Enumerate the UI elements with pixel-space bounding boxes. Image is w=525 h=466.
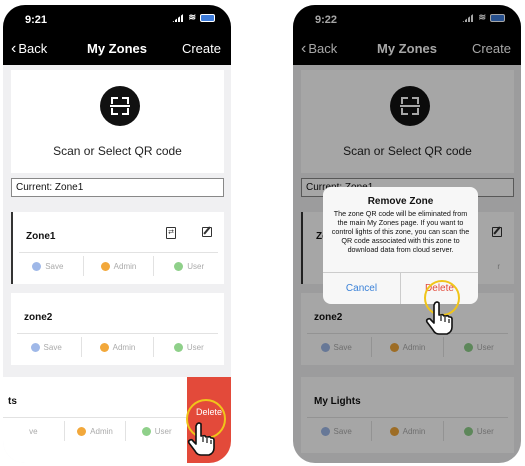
dialog-message: The zone QR code will be eliminated from… — [331, 209, 470, 254]
battery-icon — [200, 13, 215, 22]
save-button[interactable]: Save — [11, 337, 81, 357]
phone-screen-1: 9:21 ≋ ‹ Back My Zones Create Scan or Se… — [3, 5, 231, 463]
user-label: User — [154, 426, 172, 436]
zone-name: Zone1 — [26, 231, 56, 242]
current-zone-field: Current: Zone1 — [11, 178, 224, 197]
pointing-hand-icon — [425, 301, 453, 335]
save-icon — [32, 261, 42, 271]
create-button[interactable]: Create — [182, 41, 221, 56]
divider — [17, 333, 218, 334]
save-icon — [30, 342, 40, 352]
qr-scan-icon[interactable] — [100, 86, 140, 126]
admin-icon — [100, 261, 110, 271]
scan-qr-card[interactable]: Scan or Select QR code — [11, 70, 224, 173]
zone-card[interactable]: zone2 Save Admin User — [11, 293, 224, 365]
scan-qr-label: Scan or Select QR code — [53, 144, 182, 158]
user-icon — [141, 426, 151, 436]
admin-label: Admin — [113, 261, 137, 271]
divider — [19, 252, 218, 253]
status-time: 9:21 — [25, 14, 48, 26]
status-icons: ≋ — [172, 13, 215, 22]
admin-button[interactable]: Admin — [82, 256, 154, 276]
save-label: Save — [43, 342, 62, 352]
admin-button[interactable]: Admin — [63, 421, 126, 441]
zone-card[interactable]: Zone1 ⇄ Save Admin User — [11, 212, 224, 284]
edit-icon[interactable] — [202, 227, 212, 237]
admin-icon — [99, 342, 109, 352]
save-label: Save — [45, 261, 64, 271]
save-label: ve — [29, 426, 38, 436]
wifi-icon: ≋ — [188, 12, 196, 22]
zone-name: zone2 — [24, 312, 53, 323]
admin-label: Admin — [112, 342, 136, 352]
user-label: User — [186, 342, 204, 352]
save-button[interactable]: ve — [3, 421, 64, 441]
qr-share-icon[interactable]: ⇄ — [166, 227, 176, 239]
admin-label: Admin — [90, 426, 113, 436]
cancel-button[interactable]: Cancel — [323, 283, 400, 294]
user-label: User — [187, 261, 205, 271]
admin-button[interactable]: Admin — [81, 337, 152, 357]
user-icon — [173, 342, 183, 352]
phone-screen-2: 9:22 ≋ ‹ Back My Zones Create Scan or Se… — [293, 5, 521, 463]
save-button[interactable]: Save — [13, 256, 83, 276]
user-button[interactable]: User — [152, 337, 224, 357]
user-icon — [174, 261, 184, 271]
divider — [3, 417, 187, 418]
user-button[interactable]: User — [125, 421, 187, 441]
zone-name: ts — [8, 396, 17, 407]
signal-icon — [172, 13, 185, 22]
pointing-hand-icon — [187, 422, 215, 456]
status-bar: 9:21 ≋ — [3, 5, 231, 32]
dialog-title: Remove Zone — [367, 196, 434, 207]
nav-bar: ‹ Back My Zones Create — [3, 32, 231, 65]
user-button[interactable]: User — [153, 256, 224, 276]
admin-icon — [77, 426, 87, 436]
